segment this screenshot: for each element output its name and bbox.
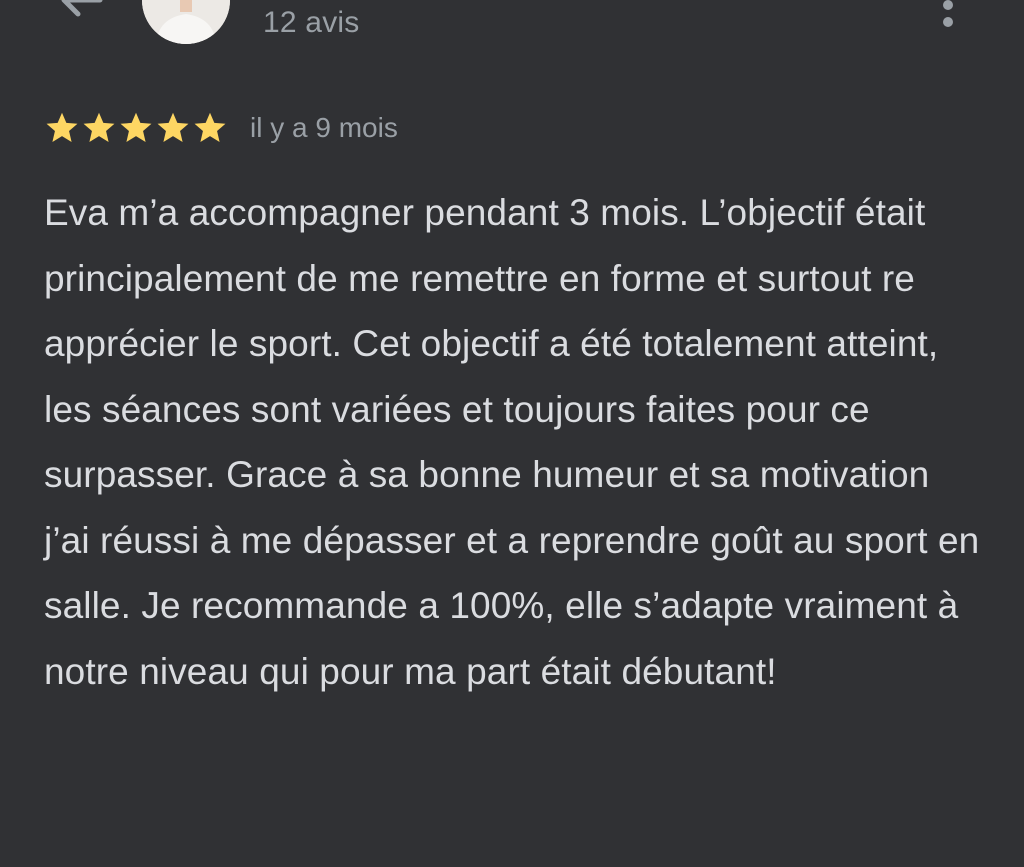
star-icon <box>46 112 78 142</box>
avatar[interactable] <box>142 0 230 44</box>
more-options-button[interactable] <box>930 0 966 30</box>
star-icon <box>120 112 152 142</box>
back-button[interactable] <box>50 0 110 30</box>
profile-photo-icon <box>142 0 230 44</box>
star-icon <box>194 112 226 142</box>
arrow-left-icon <box>61 0 103 17</box>
star-rating <box>44 110 228 146</box>
review-screen: 12 avis il y a 9 mois Eva m’a accompagne… <box>0 0 1024 867</box>
star-icon <box>157 112 189 142</box>
more-vert-icon <box>943 0 953 27</box>
review-count: 12 avis <box>263 6 360 39</box>
review-text: Eva m’a accompagner pendant 3 mois. L’ob… <box>44 192 980 692</box>
star-icon <box>83 112 115 142</box>
rating-row: il y a 9 mois <box>44 110 398 146</box>
review-date: il y a 9 mois <box>250 112 398 143</box>
